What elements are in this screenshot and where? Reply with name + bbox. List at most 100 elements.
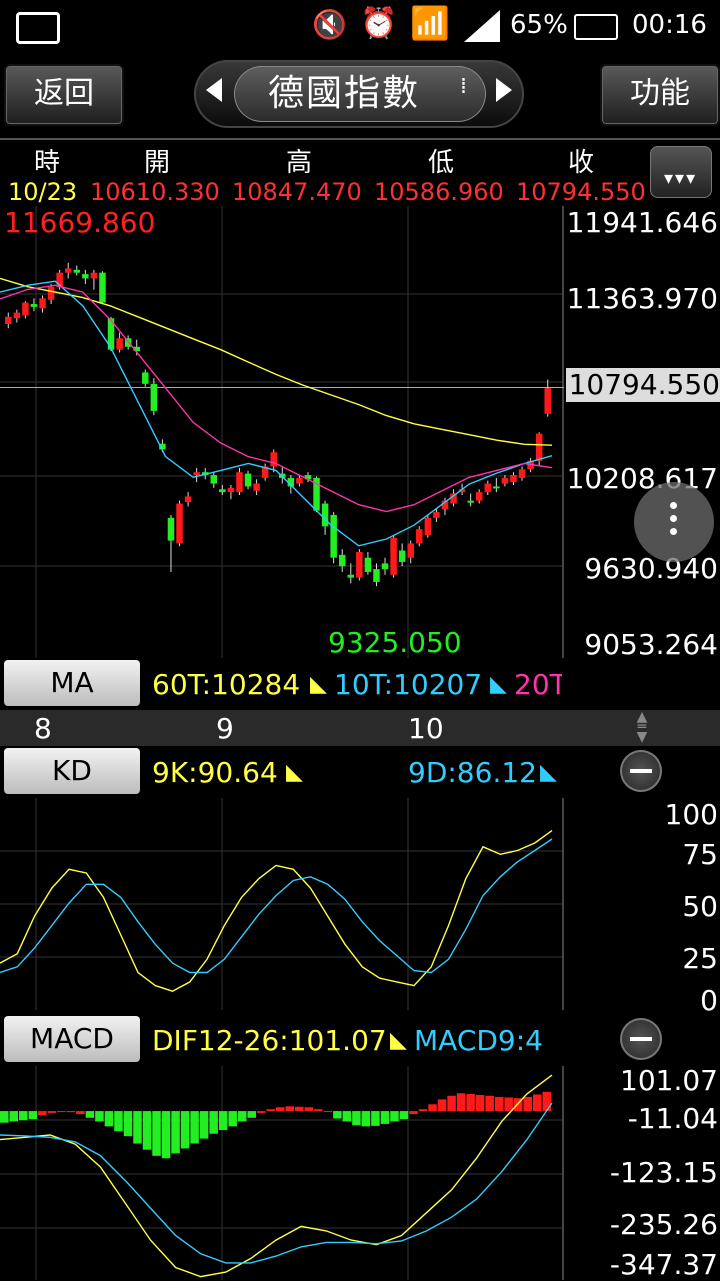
header-low: 低 [428,148,455,178]
date-tick: 9 [216,712,234,745]
notification-icon [16,12,60,44]
candle-body [518,469,526,478]
candle-body [501,477,509,484]
battery-icon [574,14,618,40]
candle-body [244,473,252,487]
macd-axis-tick: 101.07 [620,1064,718,1097]
ohlc-open: 10610.330 [90,178,220,206]
candle-body [270,452,277,467]
resize-handle-icon[interactable]: ▲ ═ ▼ [632,710,652,744]
macd-bar [304,1107,314,1112]
candle-body [116,338,123,350]
ma60-value: 60T:10284 [152,668,301,701]
candle-body [296,477,303,484]
macd-bar [237,1111,247,1122]
signal-icon [464,10,500,42]
candle-body [39,298,46,309]
candle-body [356,551,363,578]
candle-body [90,272,98,279]
ma10-arrow-icon: ◣ [490,672,507,697]
macd-bar [295,1106,304,1112]
more-vertical-icon [670,502,678,542]
candle-body [433,512,440,518]
kd-chart[interactable] [0,798,564,1010]
macd-bar [380,1111,390,1124]
macd-bar [66,1111,76,1113]
collapse-toggle-button[interactable]: ▾▾▾ [650,146,712,198]
macd-bar [180,1111,190,1149]
kd-button[interactable]: KD [4,748,140,794]
header-close: 收 [568,148,595,178]
macd-remove-button[interactable] [620,1018,662,1060]
macd-bar [342,1111,352,1122]
macd-bar [142,1111,152,1150]
price-axis-tick: 11363.970 [566,282,718,315]
macd-bar [418,1109,428,1112]
candle-body [73,269,81,273]
function-button[interactable]: 功能 [600,64,720,126]
drag-handle-icon[interactable]: ⁞ [460,76,467,98]
macd-bar [0,1111,9,1123]
price-axis-tick: 9630.940 [584,552,718,585]
macd-bar [114,1111,123,1132]
header-open: 開 [144,148,171,178]
macd-bar [542,1091,551,1112]
header-time: 時 [34,148,61,178]
candle-body [424,517,432,535]
prev-arrow-icon[interactable] [206,78,222,102]
macd-bar [28,1111,38,1120]
macd-value-clip: MACD9:4 [414,1024,560,1058]
candle-body [390,537,397,575]
ma20-clip: 20T [514,668,562,702]
next-arrow-icon[interactable] [496,78,512,102]
ohlc-high: 10847.470 [232,178,362,206]
header-high: 高 [286,148,313,178]
macd9-line [0,1102,553,1264]
dif-arrow-icon: ◣ [390,1028,407,1053]
candle-body [364,557,372,572]
back-button[interactable]: 返回 [4,64,124,126]
kd-axis-tick: 75 [682,838,718,871]
macd-bar [123,1111,133,1137]
macd-bar [361,1111,371,1127]
macd-bar [76,1111,85,1115]
candle-body [330,514,337,558]
candle-body [210,475,218,484]
macd-button[interactable]: MACD [4,1016,140,1062]
wifi-icon: 📶 [410,4,450,42]
macd-bar [323,1111,333,1113]
candlestick-chart[interactable] [0,206,564,658]
battery-percent: 65% [510,10,568,40]
kd-remove-button[interactable] [620,750,662,792]
status-bar: 🔇 ⏰ 📶 65% 00:16 [0,0,720,52]
overflow-menu-button[interactable] [634,482,714,562]
macd-bar [447,1095,456,1112]
macd-bar [152,1111,161,1156]
macd-bar [19,1111,28,1121]
ohlc-close: 10794.550 [516,178,646,206]
ma-button[interactable]: MA [4,660,140,706]
chart-min-label: 9325.050 [328,626,462,659]
macd-bar [9,1111,19,1122]
macd-chart[interactable] [0,1066,564,1280]
date-axis-bar [0,710,720,746]
candle-body [150,383,158,411]
candle-body [99,272,106,303]
macd9-value: MACD9:4 [414,1024,543,1057]
ma20-value: 20T [514,668,562,701]
page-title: 德國指數 [267,73,420,114]
mute-icon: 🔇 [312,8,347,41]
price-axis-tick: 9053.264 [584,628,718,661]
date-tick: 8 [34,712,52,745]
macd-bar [247,1111,256,1118]
macd-bar [199,1111,209,1139]
macd-bar [47,1111,57,1113]
candle-body [184,496,192,503]
macd-axis-tick: -123.15 [609,1156,718,1189]
candle-body [321,503,329,527]
macd-bar [266,1109,275,1112]
kd-axis-tick: 25 [682,942,718,975]
ohlc-date: 10/23 [8,178,78,206]
macd-bar [494,1096,504,1112]
candle-body [253,483,260,491]
